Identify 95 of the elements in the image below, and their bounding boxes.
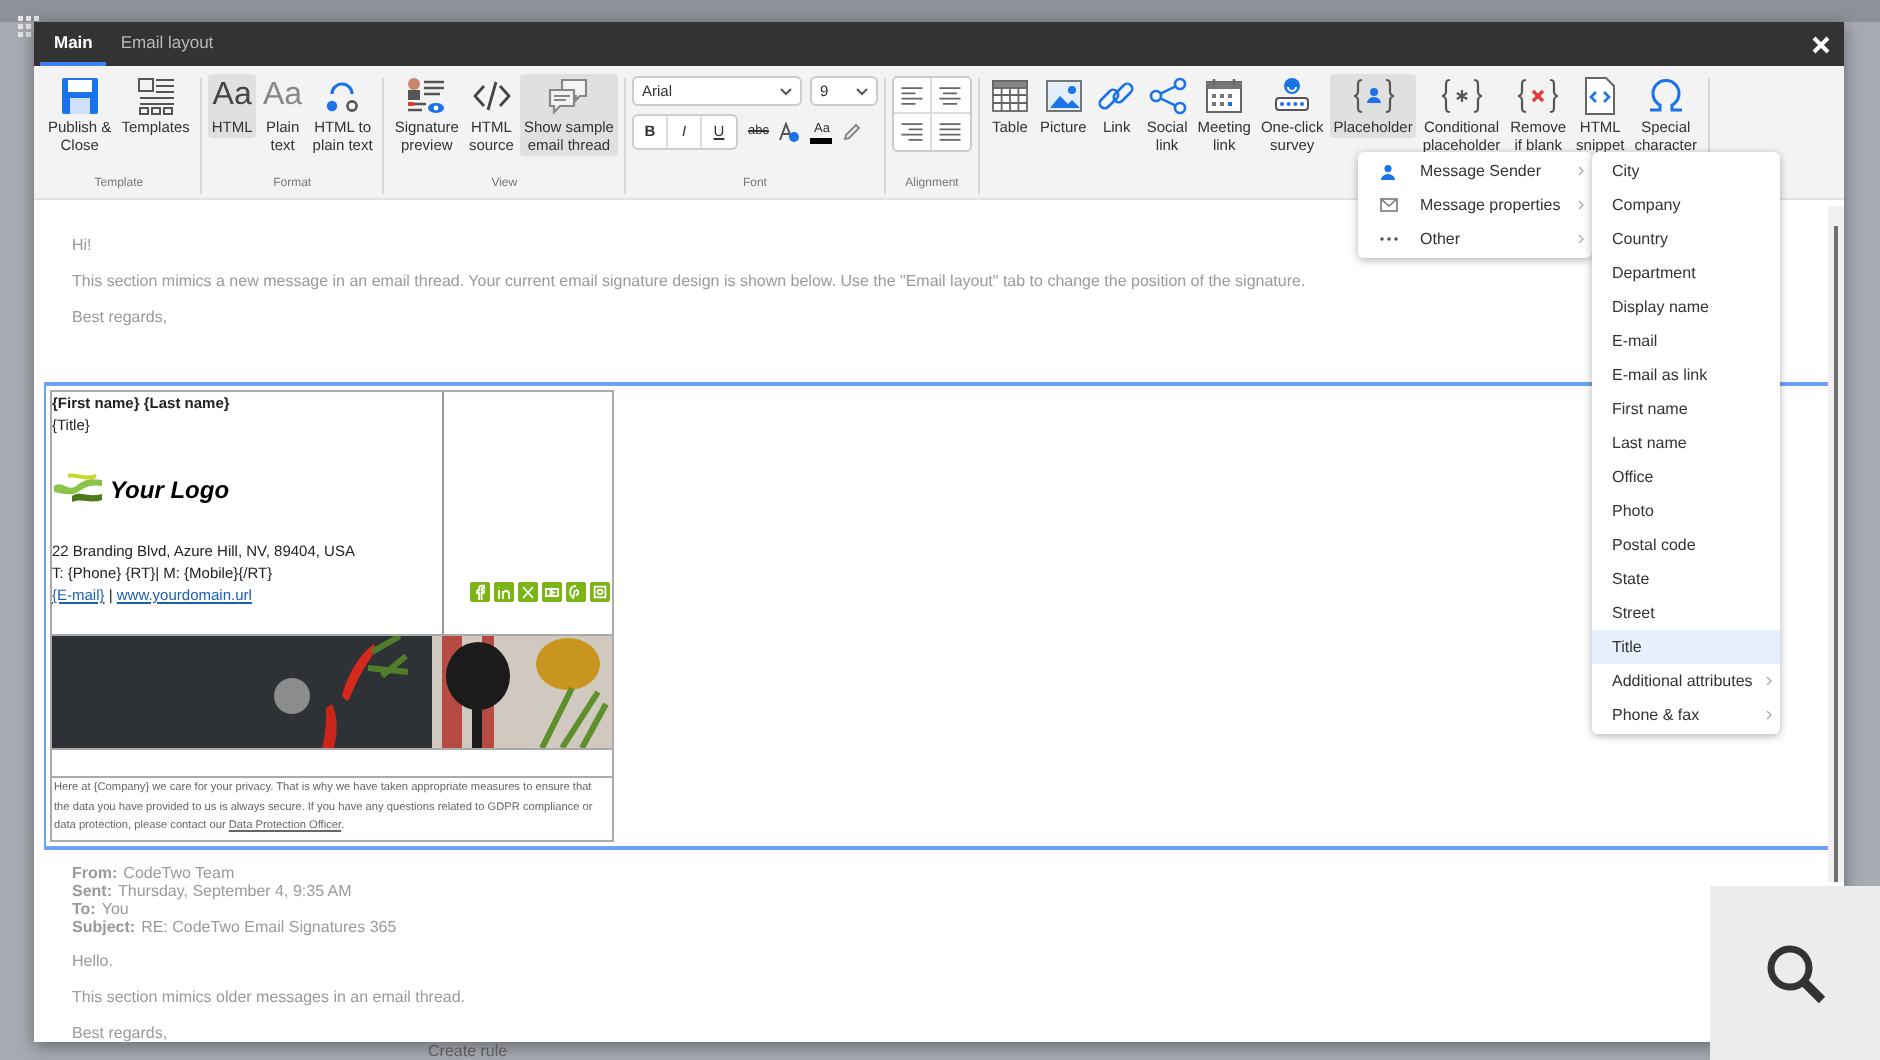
share-icon [1147,76,1188,116]
logo-text: Your Logo [110,478,230,502]
align-justify-icon [936,118,965,146]
layout-icon [135,76,176,116]
thread-text: This section mimics older messages in an email thread. [72,987,468,1007]
submenu-item-label: State [1612,567,1652,591]
submenu-item-label: Additional attributes [1612,669,1755,693]
submenu-item[interactable]: First name [1592,392,1780,426]
align-left-button[interactable] [893,78,932,114]
menu-item-label: Message properties [1420,193,1563,217]
calendar-icon [1204,76,1245,116]
submenu-item-label: Postal code [1612,533,1698,557]
chevron-right-icon [1766,710,1772,720]
submenu-item[interactable]: E-mail [1592,324,1780,358]
header-label: Subject: [72,917,136,935]
align-left-icon [897,81,926,109]
tab[interactable]: Email layout [106,22,228,66]
braces-cross-icon [1516,76,1561,116]
header-value: CodeTwo Team [123,863,235,881]
align-right-icon [897,118,926,146]
message-text: Best regards, [72,308,168,328]
chevron-right-icon [1578,200,1584,210]
code-file-icon [1582,76,1619,116]
submenu-item-label: Office [1612,465,1656,489]
submenu-item[interactable]: E-mail as link [1592,358,1780,392]
chevron-right-icon [1578,166,1584,176]
submenu-item-label: Last name [1612,431,1689,455]
submenu-item-label: Street [1612,601,1657,625]
header-value: Thursday, September 4, 9:35 AM [118,881,352,899]
submenu-item[interactable]: Title [1592,630,1780,664]
close-button[interactable] [1808,32,1832,56]
profile-card-icon [404,76,449,116]
submenu-item[interactable]: Display name [1592,290,1780,324]
chevron-icon [855,87,868,95]
more-icon [1380,236,1398,242]
scrollbar[interactable] [1828,206,1844,882]
align-center-icon [936,81,965,109]
envelope-icon [1380,198,1398,212]
menu-item[interactable]: Message properties [1358,188,1592,222]
menu-item-label: Message Sender [1420,159,1543,183]
menu-item[interactable]: Message Sender [1358,154,1592,188]
code-icon [471,76,512,116]
submenu-item[interactable]: Phone & fax [1592,698,1780,732]
submenu-item-label: City [1612,159,1642,183]
submenu-item-label: Photo [1612,499,1656,523]
highlight-icon[interactable] [778,121,801,143]
menu-item[interactable]: Other [1358,222,1592,256]
chevron-right-icon [1766,676,1772,686]
submenu-item-label: First name [1612,397,1690,421]
submenu-item-label: E-mail as link [1612,363,1710,387]
submenu-item-label: Department [1612,261,1698,285]
submenu-item[interactable]: Company [1592,188,1780,222]
submenu-item[interactable]: Office [1592,460,1780,494]
header-value: RE: CodeTwo Email Signatures 365 [141,917,397,935]
braces-asterisk-icon [1439,76,1484,116]
search-button[interactable] [1710,886,1880,1060]
chat-bubbles-icon [546,76,591,116]
html-to-text-icon [322,76,363,116]
submenu-item[interactable]: State [1592,562,1780,596]
person-icon [1380,163,1396,179]
thread-text: Hello. [72,951,115,971]
chevron-icon [779,87,792,95]
submenu-item-label: Display name [1612,295,1711,319]
submenu-item-label: Country [1612,227,1671,251]
message-text: This section mimics a new message in an email thread. Your current email signature design is shown below. Use the "Email layout" tab to change the position of the signature. [72,272,1306,292]
message-text: Hi! [72,236,92,256]
chevron-right-icon [1578,234,1584,244]
omega-icon [1645,76,1686,116]
format-glyph: Aa [263,76,303,116]
submenu-item-label: Company [1612,193,1683,217]
thread-text: Best regards, [72,1023,170,1042]
pencil-icon[interactable] [842,122,863,142]
submenu-item[interactable]: Photo [1592,494,1780,528]
braces-person-icon [1351,76,1396,116]
header-label: To: [72,899,96,917]
header-label: Sent: [72,881,112,899]
submenu-item[interactable]: Additional attributes [1592,664,1780,698]
submenu-item[interactable]: City [1592,154,1780,188]
submenu-item[interactable]: Street [1592,596,1780,630]
submenu-item-label: Phone & fax [1612,703,1702,727]
image-icon [1043,76,1084,116]
submenu-item[interactable]: Department [1592,256,1780,290]
header-value: You [101,899,129,917]
format-glyph: Aa [212,76,252,116]
submenu-item[interactable]: Country [1592,222,1780,256]
header-label: From: [72,863,118,881]
menu-item-label: Other [1420,227,1463,251]
search-icon [1763,941,1827,1005]
submenu-item[interactable]: Last name [1592,426,1780,460]
table-icon [989,76,1030,116]
close-icon [1811,35,1829,53]
submenu-item-label: Title [1612,635,1644,659]
smiley-rating-icon [1272,76,1313,116]
submenu-item-label: E-mail [1612,329,1660,353]
submenu-item[interactable]: Postal code [1592,528,1780,562]
